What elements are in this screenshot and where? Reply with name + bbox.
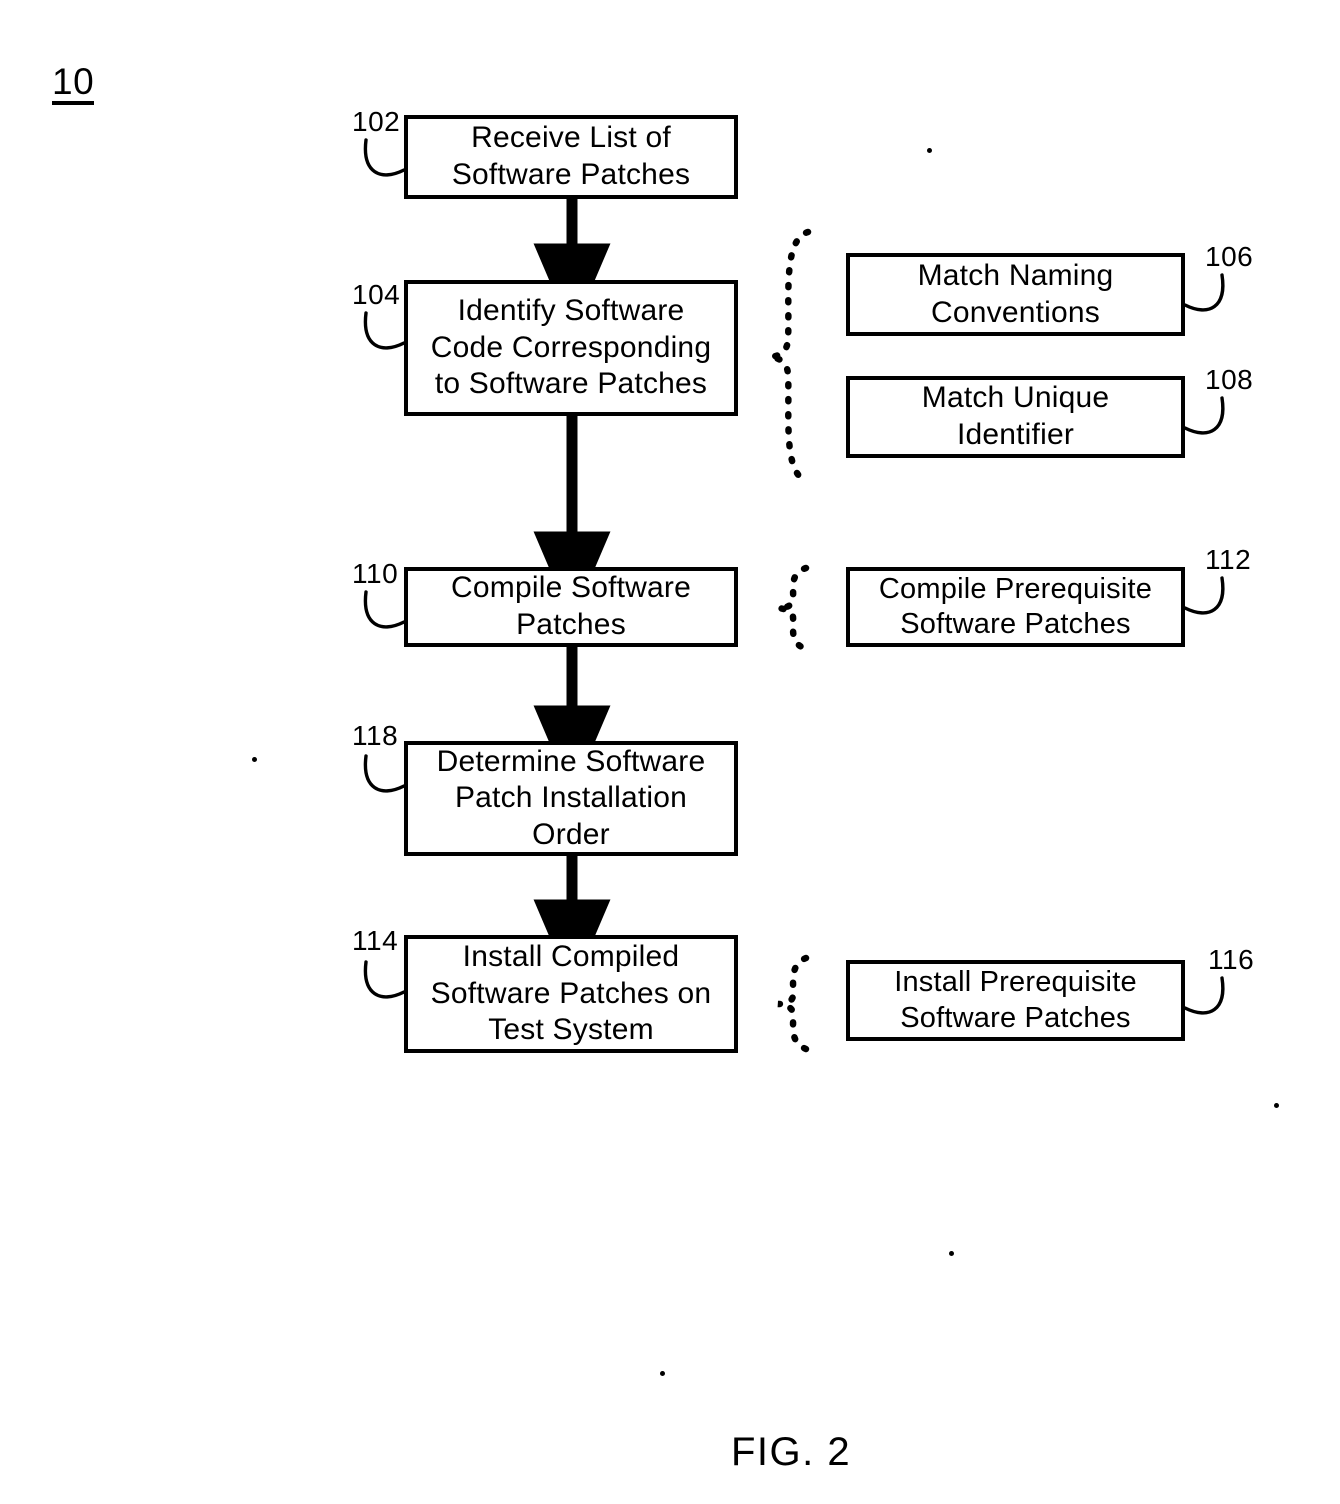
figure-caption: FIG. 2 [731, 1430, 852, 1474]
node-receive-list-of-software-patches[interactable]: Receive List of Software Patches [404, 115, 738, 199]
node-label: Match Naming Conventions [917, 258, 1114, 329]
leader-line-108 [1183, 396, 1225, 435]
reference-numeral-102: 102 [352, 106, 401, 137]
leader-line-116 [1183, 976, 1225, 1015]
node-label: Determine Software Patch Installation Or… [436, 744, 706, 851]
node-determine-software-patch-installation-order[interactable]: Determine Software Patch Installation Or… [404, 741, 738, 856]
leader-line-102 [363, 138, 406, 177]
scan-speckle [927, 148, 932, 153]
leader-line-106 [1183, 273, 1225, 312]
reference-numeral-112: 112 [1205, 544, 1252, 575]
node-install-prerequisite-software-patches[interactable]: Install Prerequisite Software Patches [846, 960, 1185, 1041]
leader-line-114 [363, 960, 406, 999]
brace-104 [769, 228, 812, 486]
node-label: Install Prerequisite Software Patches [894, 966, 1137, 1034]
scan-speckle [660, 1371, 665, 1376]
node-match-unique-identifier[interactable]: Match Unique Identifier [846, 376, 1185, 458]
reference-numeral-116: 116 [1208, 944, 1255, 975]
node-compile-prerequisite-software-patches[interactable]: Compile Prerequisite Software Patches [846, 567, 1185, 647]
reference-numeral-106: 106 [1205, 241, 1254, 272]
node-label: Compile Software Patches [451, 571, 691, 641]
node-label: Compile Prerequisite Software Patches [878, 572, 1153, 640]
reference-numeral-118: 118 [352, 720, 399, 751]
patent-figure-sheet: 10 Receive List of Software Patches 102 … [0, 0, 1340, 1504]
leader-line-104 [363, 311, 406, 350]
reference-numeral-110: 110 [352, 558, 399, 589]
leader-line-112 [1183, 576, 1225, 615]
scan-speckle [252, 757, 257, 762]
scan-speckle [949, 1251, 954, 1256]
reference-numeral-104: 104 [352, 279, 401, 310]
reference-numeral-114: 114 [352, 925, 399, 956]
node-identify-software-code[interactable]: Identify Software Code Corresponding to … [404, 280, 738, 416]
node-label: Match Unique Identifier [921, 381, 1110, 451]
node-label: Receive List of Software Patches [451, 121, 691, 191]
leader-line-118 [363, 754, 406, 793]
node-match-naming-conventions[interactable]: Match Naming Conventions [846, 253, 1185, 336]
brace-110 [777, 564, 810, 653]
scan-speckle [1274, 1103, 1279, 1108]
node-label: Identify Software Code Corresponding to … [430, 294, 712, 401]
brace-114 [777, 954, 810, 1053]
node-install-compiled-software-patches-on-test-system[interactable]: Install Compiled Software Patches on Tes… [404, 935, 738, 1053]
system-reference-numeral: 10 [52, 63, 95, 105]
reference-numeral-108: 108 [1205, 364, 1254, 395]
leader-line-110 [363, 590, 406, 629]
node-label: Install Compiled Software Patches on Tes… [430, 940, 712, 1047]
node-compile-software-patches[interactable]: Compile Software Patches [404, 567, 738, 647]
